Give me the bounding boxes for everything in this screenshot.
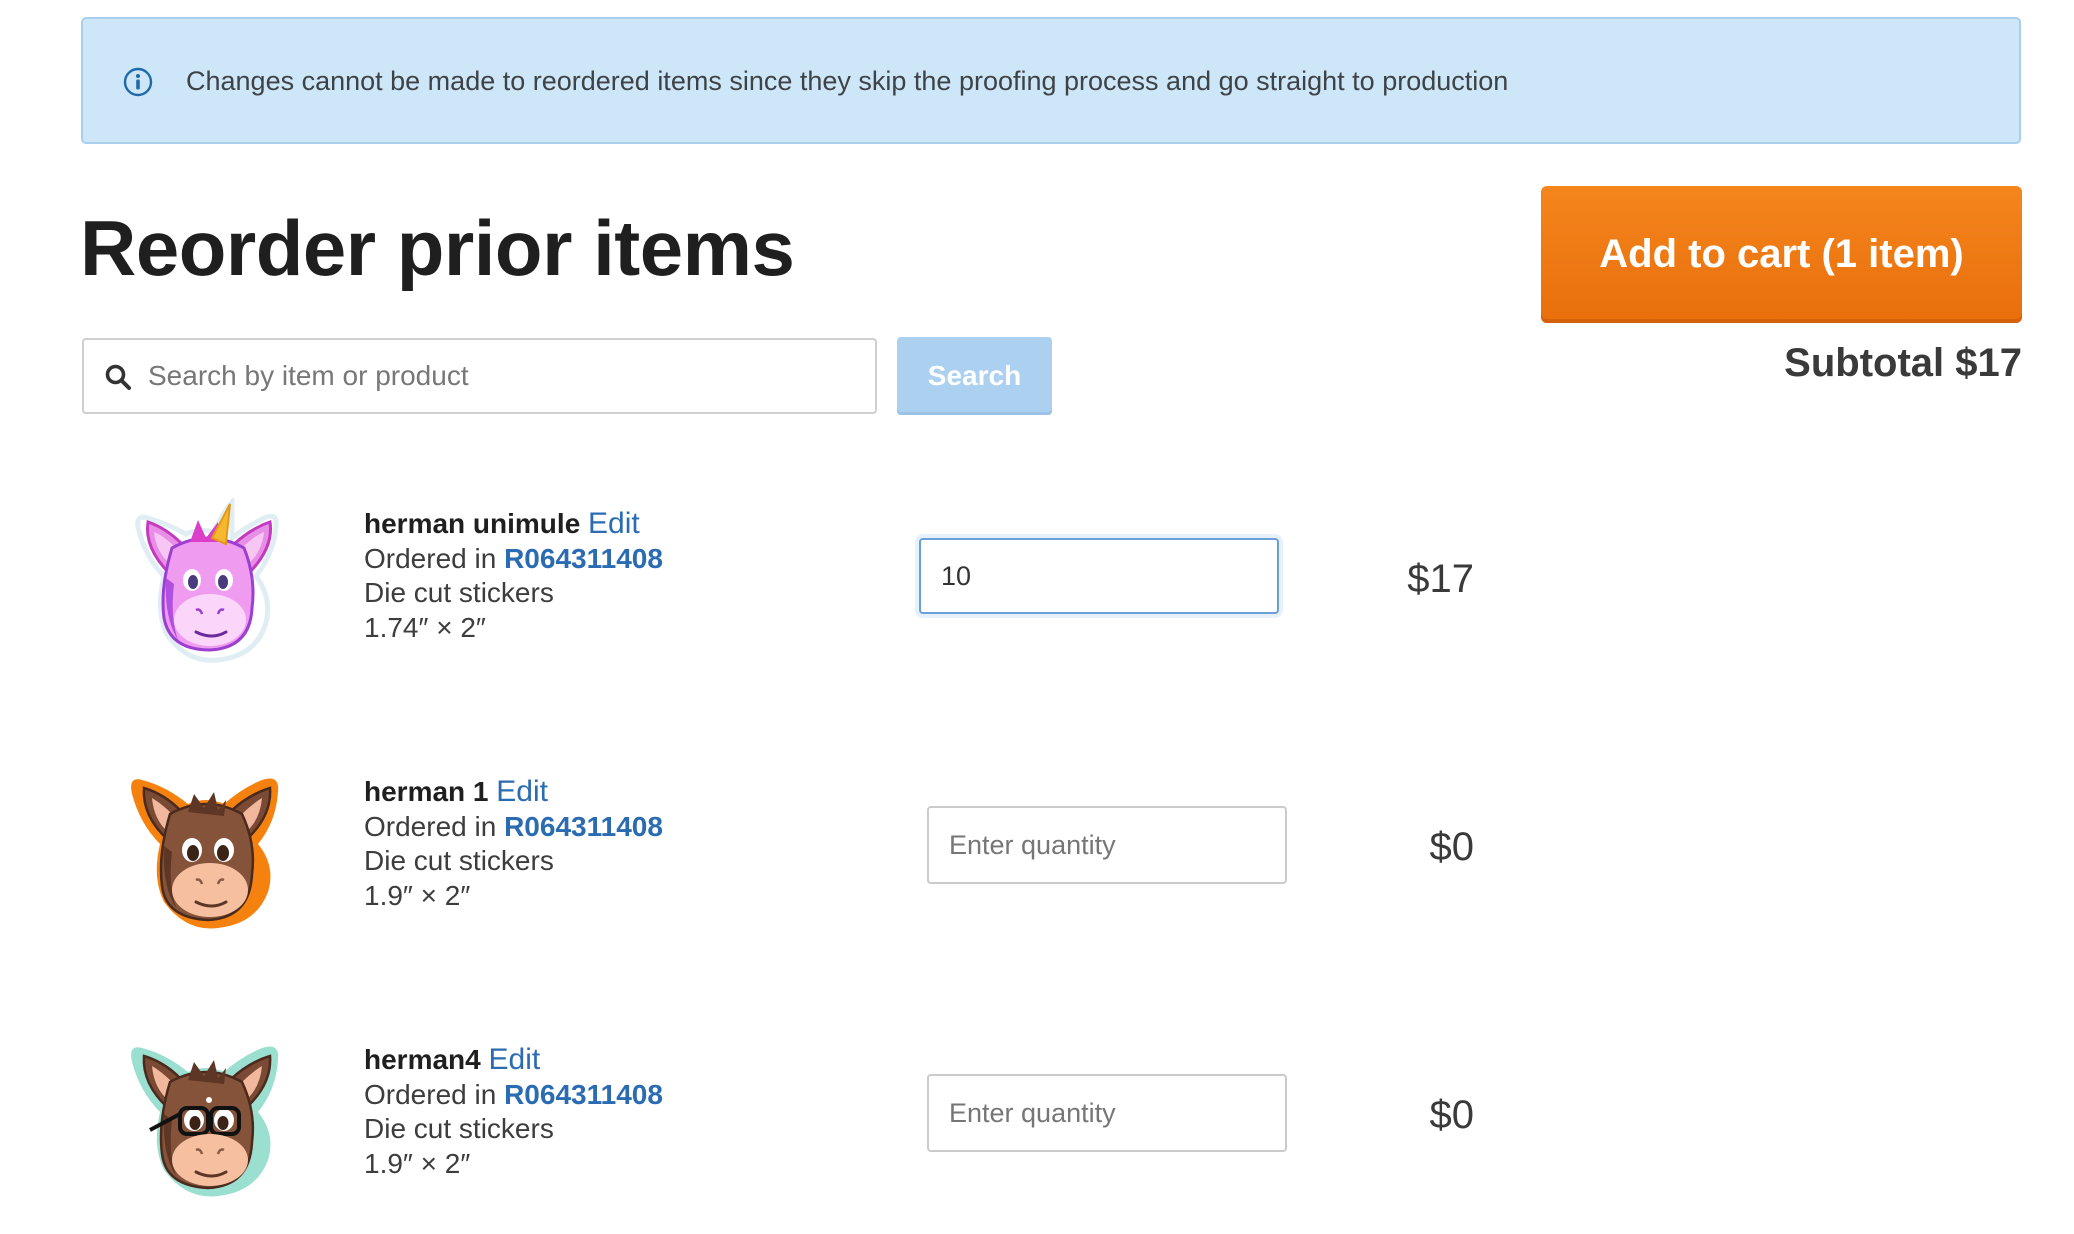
donkey-glasses-sticker-thumbnail	[131, 1046, 279, 1197]
search-button[interactable]: Search	[897, 337, 1052, 415]
product-type: Die cut stickers	[364, 1113, 554, 1144]
product-size: 1.9″ × 2″	[364, 1147, 471, 1179]
product-type: Die cut stickers	[364, 577, 554, 608]
item-row: herman 1 Edit Ordered in R064311408 Die …	[0, 766, 2074, 966]
ordered-in-label: Ordered in	[364, 542, 497, 574]
product-type: Die cut stickers	[364, 845, 554, 876]
info-circle-icon	[123, 67, 153, 97]
search-field[interactable]	[82, 338, 877, 414]
ordered-in-label: Ordered in	[364, 1078, 497, 1110]
item-row: herman unimule Edit Ordered in R06431140…	[0, 498, 2074, 698]
item-price: $0	[1429, 1093, 1475, 1137]
item-details: herman unimule Edit Ordered in R06431140…	[364, 507, 663, 645]
quantity-input[interactable]	[919, 538, 1279, 614]
unicorn-sticker-thumbnail	[135, 498, 279, 663]
item-name: herman unimule	[364, 508, 581, 539]
ordered-in-label: Ordered in	[364, 810, 497, 842]
search-icon	[105, 364, 131, 390]
banner-message: Changes cannot be made to reordered item…	[186, 66, 1509, 96]
subtotal: Subtotal $17	[1784, 341, 2022, 385]
edit-link[interactable]: Edit	[489, 1043, 541, 1076]
item-name: herman4	[364, 1044, 481, 1075]
page-title: Reorder prior items	[80, 204, 795, 292]
item-price: $0	[1429, 825, 1475, 869]
item-details: herman 1 Edit Ordered in R064311408 Die …	[364, 775, 663, 913]
item-price: $17	[1407, 557, 1474, 601]
search-input[interactable]	[146, 340, 868, 412]
info-banner: Changes cannot be made to reordered item…	[81, 17, 2021, 144]
quantity-input[interactable]	[927, 1074, 1287, 1152]
add-to-cart-button[interactable]: Add to cart (1 item)	[1541, 186, 2022, 323]
edit-link[interactable]: Edit	[496, 775, 548, 808]
item-row: herman4 Edit Ordered in R064311408 Die c…	[0, 1034, 2074, 1234]
quantity-input[interactable]	[927, 806, 1287, 884]
product-size: 1.9″ × 2″	[364, 879, 471, 911]
order-number-link[interactable]: R064311408	[504, 543, 663, 574]
product-size: 1.74″ × 2″	[364, 611, 486, 643]
order-number-link[interactable]: R064311408	[504, 811, 663, 842]
item-name: herman 1	[364, 776, 489, 807]
item-details: herman4 Edit Ordered in R064311408 Die c…	[364, 1043, 663, 1181]
edit-link[interactable]: Edit	[588, 507, 640, 540]
donkey-sticker-thumbnail	[131, 778, 279, 929]
order-number-link[interactable]: R064311408	[504, 1079, 663, 1110]
